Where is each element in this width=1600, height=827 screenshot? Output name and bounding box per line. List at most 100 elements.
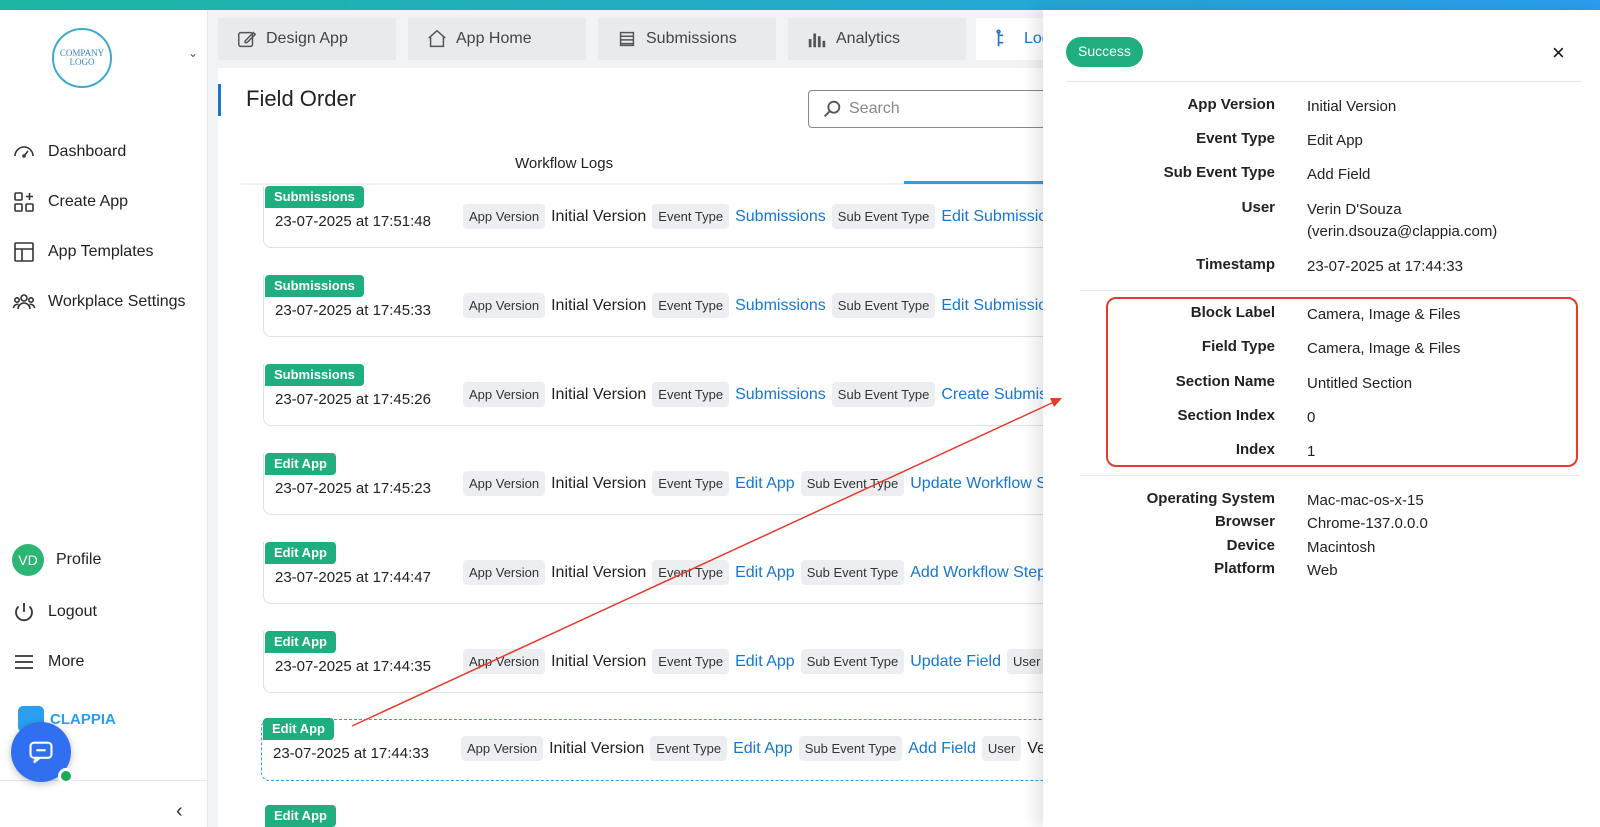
detail-value: Camera, Image & Files	[1307, 306, 1461, 323]
detail-key: Timestamp	[1196, 256, 1275, 273]
field-value: Initial Version	[551, 563, 647, 581]
chevron-down-icon[interactable]: ⌄	[188, 46, 198, 60]
sidebar-item-label: Create App	[48, 193, 129, 210]
tab-design-app[interactable]: Design App	[218, 18, 396, 60]
detail-row: Platform Web	[1080, 560, 1580, 582]
sidebar-item-label: App Templates	[48, 243, 154, 260]
sidebar-item-label: Dashboard	[48, 143, 127, 160]
close-icon[interactable]: ×	[1552, 40, 1565, 66]
detail-key: App Version	[1187, 96, 1275, 113]
detail-row: Sub Event Type Add Field	[1080, 164, 1580, 186]
tab-submissions[interactable]: Submissions	[598, 18, 776, 60]
field-value: Initial Version	[551, 385, 647, 403]
event-type-link[interactable]: Edit App	[735, 475, 795, 493]
list-icon	[619, 31, 635, 47]
tab-label: Submissions	[646, 30, 737, 47]
detail-value: Web	[1307, 562, 1338, 579]
tab-workflow-logs[interactable]: Workflow Logs	[515, 155, 613, 172]
sub-event-link[interactable]: Create Submiss	[941, 386, 1055, 404]
field-key: Event Type	[652, 649, 730, 674]
chevron-left-icon[interactable]: ‹	[176, 800, 183, 823]
log-timestamp: 23-07-2025 at 17:44:47	[275, 569, 431, 586]
field-key: Event Type	[650, 736, 728, 761]
detail-key: Device	[1226, 537, 1275, 554]
sub-event-link[interactable]: Add Workflow Step	[910, 564, 1046, 582]
sidebar-item-more[interactable]: More	[12, 650, 84, 674]
detail-row: User Verin D'Souza (verin.dsouza@clappia…	[1080, 199, 1580, 243]
detail-value: Verin D'Souza (verin.dsouza@clappia.com)	[1307, 199, 1497, 243]
field-value: Initial Version	[551, 652, 647, 670]
tab-label: Analytics	[836, 30, 901, 47]
field-key: Sub Event Type	[831, 293, 936, 318]
search-placeholder: Search	[849, 100, 900, 117]
sidebar-item-label: Workplace Settings	[48, 293, 186, 310]
field-key: User	[1006, 649, 1047, 674]
detail-key: Section Name	[1175, 373, 1275, 390]
sidebar-item-profile[interactable]: VD Profile	[12, 544, 101, 576]
log-timestamp: 23-07-2025 at 17:45:26	[275, 391, 431, 408]
detail-row: Timestamp 23-07-2025 at 17:44:33	[1080, 256, 1580, 278]
field-key: App Version	[461, 736, 544, 761]
status-badge: Success	[1066, 37, 1143, 67]
sub-event-link[interactable]: Edit Submission	[941, 208, 1056, 226]
field-key: Event Type	[652, 204, 730, 229]
event-badge: Edit App	[265, 805, 336, 827]
field-key: App Version	[463, 382, 546, 407]
log-icon	[996, 29, 1004, 47]
title-accent	[218, 84, 221, 116]
field-value: Initial Version	[549, 739, 645, 757]
detail-value: Add Field	[1307, 166, 1371, 183]
field-value: Initial Version	[551, 474, 647, 492]
power-icon	[15, 603, 33, 622]
edit-icon	[238, 31, 257, 48]
detail-value: 0	[1307, 409, 1316, 426]
log-fields: App Version Initial Version Event Type E…	[463, 560, 1046, 585]
sub-event-link[interactable]: Edit Submission	[941, 297, 1056, 315]
tab-analytics[interactable]: Analytics	[788, 18, 966, 60]
field-key: App Version	[463, 471, 546, 496]
top-accent-bar	[0, 0, 1600, 10]
sub-event-link[interactable]: Update Workflow St	[910, 475, 1051, 493]
event-badge: Edit App	[265, 453, 336, 475]
detail-row: Field Type Camera, Image & Files	[1080, 338, 1580, 360]
detail-key: Block Label	[1190, 304, 1275, 321]
event-type-link[interactable]: Submissions	[735, 386, 826, 404]
field-key: Event Type	[652, 293, 730, 318]
tab-app-home[interactable]: App Home	[408, 18, 586, 60]
tab-label: Design App	[266, 30, 348, 47]
sidebar: COMPANY LOGO ⌄ Dashboard Create App App T…	[0, 10, 208, 827]
detail-key: Index	[1235, 441, 1275, 458]
field-key: App Version	[463, 560, 546, 585]
company-logo[interactable]: COMPANY LOGO	[52, 28, 112, 88]
field-value: Initial Version	[551, 207, 647, 225]
sidebar-item-create-app[interactable]: Create App	[12, 190, 128, 214]
sidebar-item-workplace-settings[interactable]: Workplace Settings	[12, 290, 186, 314]
field-key: Sub Event Type	[831, 204, 936, 229]
event-type-link[interactable]: Edit App	[733, 740, 793, 758]
detail-value: Macintosh	[1307, 539, 1376, 556]
sidebar-item-label: Profile	[56, 551, 102, 568]
event-type-link[interactable]: Edit App	[735, 564, 795, 582]
online-status-dot	[58, 768, 74, 784]
search-icon	[824, 100, 841, 117]
sub-event-link[interactable]: Update Field	[910, 653, 1001, 671]
sidebar-item-app-templates[interactable]: App Templates	[12, 240, 154, 264]
detail-key: Section Index	[1177, 407, 1275, 424]
event-type-link[interactable]: Submissions	[735, 297, 826, 315]
event-type-link[interactable]: Submissions	[735, 208, 826, 226]
detail-value: Initial Version	[1307, 98, 1397, 115]
active-subtab-indicator	[904, 181, 1048, 184]
sidebar-item-dashboard[interactable]: Dashboard	[12, 140, 126, 164]
divider	[1080, 290, 1580, 291]
detail-value: Untitled Section	[1307, 375, 1413, 392]
detail-row: Device Macintosh	[1080, 537, 1580, 559]
event-type-link[interactable]: Edit App	[735, 653, 795, 671]
event-badge: Edit App	[265, 542, 336, 564]
sub-event-link[interactable]: Add Field	[908, 740, 976, 758]
log-timestamp: 23-07-2025 at 17:44:33	[273, 745, 429, 762]
sidebar-item-logout[interactable]: Logout	[12, 600, 97, 624]
detail-value: 1	[1307, 443, 1316, 460]
field-key: Sub Event Type	[831, 382, 936, 407]
search-input[interactable]: Search	[808, 90, 1058, 128]
template-icon	[14, 242, 34, 262]
